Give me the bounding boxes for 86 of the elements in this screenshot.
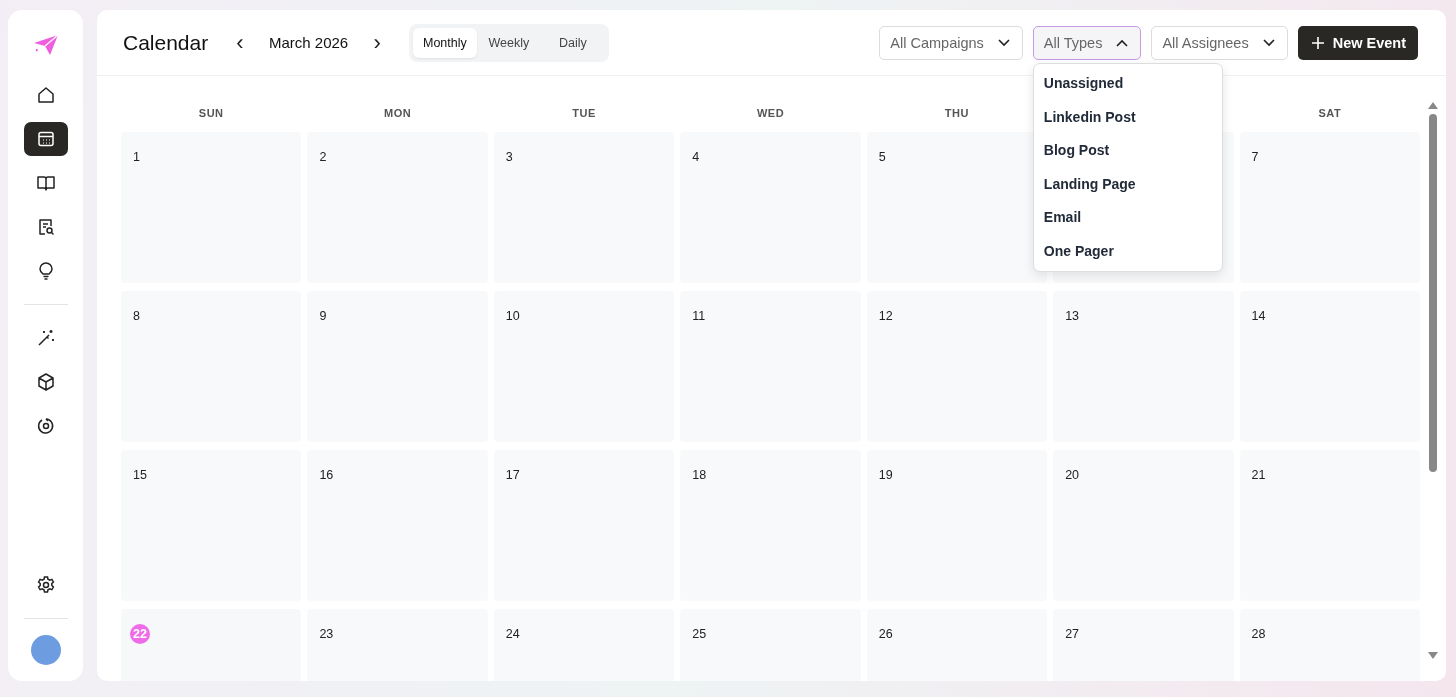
day-number: 27 (1065, 627, 1080, 641)
cube-icon (35, 372, 56, 392)
day-cell[interactable]: 26 (866, 609, 1048, 681)
day-number: 21 (1251, 468, 1266, 482)
day-number: 5 (878, 150, 886, 164)
new-event-button[interactable]: New Event (1297, 25, 1418, 60)
day-cell[interactable]: 24 (493, 609, 675, 681)
today-date-badge: 22 (130, 624, 150, 644)
day-number: 16 (319, 468, 334, 482)
view-tab[interactable]: Weekly (476, 27, 541, 58)
avatar[interactable] (30, 635, 61, 665)
day-number: 24 (505, 627, 520, 641)
next-month-button[interactable]: › (367, 31, 387, 54)
scroll-up-icon[interactable] (1428, 102, 1438, 109)
chevron-down-icon (997, 38, 1010, 47)
weekday-label: MON (384, 107, 412, 119)
settings-icon (35, 575, 56, 595)
current-month: March 2026 (267, 34, 350, 51)
page-title: Calendar (123, 30, 209, 55)
view-tab[interactable]: Monthly (412, 27, 477, 58)
filter-dropdown[interactable]: All Campaigns (879, 25, 1023, 60)
day-cell[interactable]: 27 (1053, 609, 1234, 681)
day-number: 7 (1251, 150, 1259, 164)
day-number: 14 (1251, 309, 1266, 323)
weekday-label: TUE (572, 107, 596, 119)
day-number: 8 (133, 309, 140, 323)
menu-option[interactable]: Unassigned (1033, 66, 1222, 100)
day-number: 12 (878, 309, 893, 323)
day-number: 28 (1251, 627, 1266, 641)
book-icon (35, 173, 56, 193)
previous-month-button[interactable]: ‹ (230, 31, 250, 54)
home-icon (35, 85, 56, 105)
day-number: 18 (692, 468, 707, 482)
day-cell[interactable]: 10 (493, 291, 675, 442)
day-cell[interactable]: 15 (121, 450, 302, 601)
day-number: 1 (133, 150, 140, 164)
weekday-label: SAT (1318, 107, 1342, 119)
day-cell[interactable]: 3 (493, 132, 675, 283)
day-cell[interactable]: 16 (307, 450, 488, 601)
day-number: 3 (505, 150, 513, 164)
day-cell[interactable]: 17 (493, 450, 675, 601)
day-cell[interactable]: 8 (121, 291, 302, 442)
view-tab[interactable]: Daily (540, 27, 605, 58)
day-number: 20 (1065, 468, 1080, 482)
day-number: 25 (692, 627, 707, 641)
day-cell[interactable]: 9 (307, 291, 488, 442)
day-cell[interactable]: 14 (1239, 291, 1420, 442)
day-number: 2 (319, 150, 327, 164)
day-number: 23 (319, 627, 334, 641)
day-number: 19 (878, 468, 893, 482)
weekday-label: SUN (198, 107, 224, 119)
chevron-down-icon (1262, 38, 1275, 47)
day-number: 4 (692, 150, 700, 164)
day-number: 26 (878, 627, 893, 641)
day-cell[interactable]: 2 (307, 132, 488, 283)
day-number: 11 (692, 309, 706, 323)
weekday-label: THU (944, 107, 969, 119)
weekday-label: WED (756, 107, 785, 119)
day-cell[interactable]: 18 (680, 450, 861, 601)
day-cell[interactable]: 12 (866, 291, 1048, 442)
scroll-down-icon[interactable] (1428, 652, 1438, 659)
calendar-icon (35, 129, 56, 149)
filter-dropdown[interactable]: All Types (1032, 25, 1142, 60)
plus-icon (1311, 36, 1324, 49)
day-cell[interactable]: 20 (1053, 450, 1234, 601)
day-cell[interactable]: 11 (680, 291, 861, 442)
day-number: 13 (1065, 309, 1080, 323)
day-number: 17 (505, 468, 520, 482)
day-number: 10 (505, 309, 520, 323)
day-cell[interactable]: 7 (1239, 132, 1420, 283)
day-cell[interactable]: 19 (866, 450, 1048, 601)
day-cell[interactable]: 25 (680, 609, 861, 681)
day-cell[interactable]: 28 (1239, 609, 1420, 681)
nav-button[interactable] (23, 122, 68, 156)
scrollbar-thumb[interactable] (1429, 114, 1437, 472)
day-cell[interactable]: 23 (307, 609, 488, 681)
day-cell[interactable]: 4 (680, 132, 861, 283)
filter-dropdown[interactable]: All Assignees (1151, 25, 1288, 60)
chevron-up-icon (1116, 38, 1129, 47)
refresh-icon (35, 416, 56, 436)
day-number: 9 (319, 309, 327, 323)
day-cell[interactable]: 1 (121, 132, 302, 283)
day-number: 15 (133, 468, 147, 482)
day-cell[interactable]: 21 (1239, 450, 1420, 601)
menu-option[interactable]: Linkedin Post (1033, 100, 1222, 134)
day-cell[interactable]: 13 (1053, 291, 1234, 442)
